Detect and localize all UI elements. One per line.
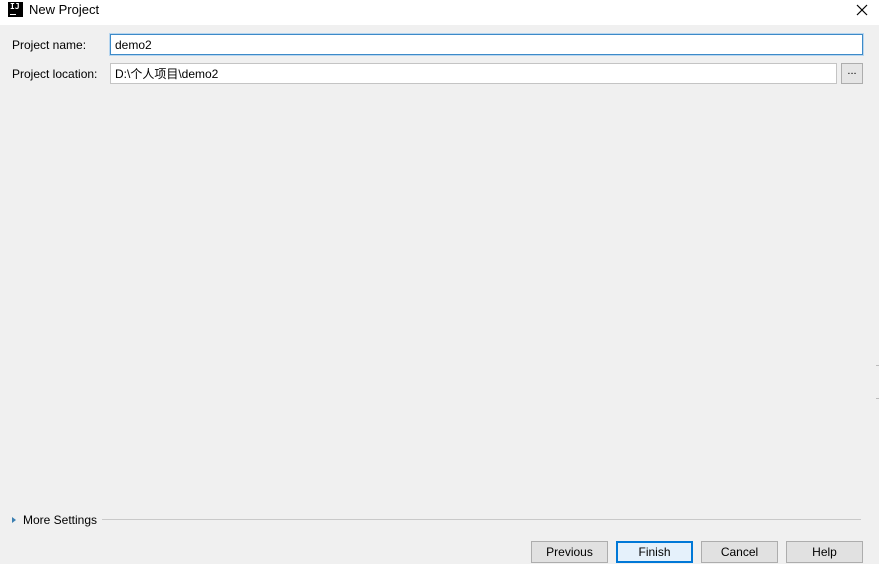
close-icon xyxy=(856,4,868,16)
finish-button[interactable]: Finish xyxy=(616,541,693,563)
project-location-input[interactable] xyxy=(110,63,837,84)
project-name-label: Project name: xyxy=(12,38,87,52)
title-bar: IJ New Project xyxy=(0,0,879,22)
app-icon-text: IJ xyxy=(10,2,20,11)
dialog-content: Project name: Project location: ... More… xyxy=(0,25,879,564)
help-button[interactable]: Help xyxy=(786,541,863,563)
browse-location-button[interactable]: ... xyxy=(841,63,863,84)
window-title: New Project xyxy=(29,2,100,17)
project-location-label: Project location: xyxy=(12,67,98,81)
close-button[interactable] xyxy=(853,2,871,18)
project-name-input[interactable] xyxy=(110,34,863,55)
more-settings-label: More Settings xyxy=(23,513,98,527)
cancel-button[interactable]: Cancel xyxy=(701,541,778,563)
more-settings-separator xyxy=(102,519,861,520)
previous-button[interactable]: Previous xyxy=(531,541,608,563)
expand-triangle-icon xyxy=(12,517,16,523)
more-settings-toggle[interactable]: More Settings xyxy=(12,512,97,528)
intellij-idea-icon: IJ xyxy=(8,2,23,17)
